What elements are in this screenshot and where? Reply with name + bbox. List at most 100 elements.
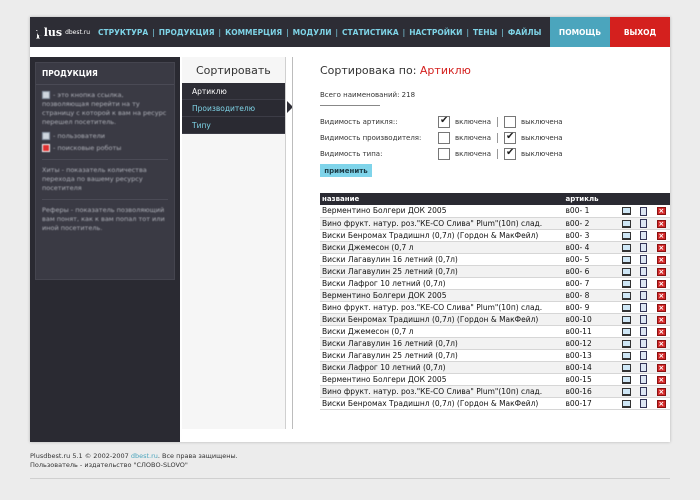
edit-icon[interactable] <box>640 374 648 384</box>
nav-item-statistics[interactable]: СТАТИСТИКА <box>342 28 399 37</box>
view-icon[interactable] <box>622 207 632 216</box>
view-icon[interactable] <box>622 327 632 336</box>
view-icon[interactable] <box>622 363 632 372</box>
view-icon[interactable] <box>622 339 632 348</box>
nav-item-commerce[interactable]: КОММЕРЦИЯ <box>225 28 282 37</box>
view-icon[interactable] <box>622 255 632 264</box>
edit-icon[interactable] <box>640 290 648 300</box>
product-name-cell: Виски Лагавулин 25 летний (0,7л) <box>320 349 564 362</box>
nav-item-settings[interactable]: НАСТРОЙКИ <box>409 28 462 37</box>
article-cell: в00-12 <box>563 337 618 350</box>
delete-icon[interactable]: × <box>656 279 666 288</box>
column-header-name[interactable]: название <box>320 193 564 205</box>
edit-icon[interactable] <box>640 254 648 264</box>
nav-item-products[interactable]: ПРОДУКЦИЯ <box>159 28 215 37</box>
divider <box>42 159 168 160</box>
delete-icon[interactable]: × <box>656 327 666 336</box>
delete-icon[interactable]: × <box>656 363 666 372</box>
product-name-cell: Виски Лафрог 10 летний (0,7л) <box>320 361 564 374</box>
view-icon[interactable] <box>622 279 632 288</box>
nav-item-themes[interactable]: ТЕНЫ <box>473 28 497 37</box>
view-icon[interactable] <box>622 375 632 384</box>
edit-icon[interactable] <box>640 302 648 312</box>
product-name-cell: Верментино Болгери ДОК 2005 <box>320 205 564 218</box>
sort-option-manufacturer[interactable]: Производителю <box>182 100 285 117</box>
view-icon[interactable] <box>622 243 632 252</box>
view-icon[interactable] <box>622 351 632 360</box>
edit-icon[interactable] <box>640 206 648 216</box>
column-header-article[interactable]: артикль <box>563 193 618 205</box>
delete-icon[interactable]: × <box>656 387 666 396</box>
delete-icon[interactable]: × <box>656 219 666 228</box>
delete-icon[interactable]: × <box>656 207 666 216</box>
referer-link-description: - это кнопка ссылка, позволяющая перейти… <box>42 91 167 126</box>
nav-item-modules[interactable]: МОДУЛИ <box>293 28 332 37</box>
view-icon[interactable] <box>622 291 632 300</box>
delete-icon[interactable]: × <box>656 243 666 252</box>
delete-icon[interactable]: × <box>656 375 666 384</box>
logo[interactable]: plus dbest.ru <box>34 23 90 41</box>
view-icon[interactable] <box>622 231 632 240</box>
delete-icon[interactable]: × <box>656 291 666 300</box>
help-button[interactable]: ПОМОЩЬ <box>550 17 610 47</box>
article-visible-off-checkbox[interactable] <box>504 116 517 128</box>
divider <box>320 105 380 106</box>
type-visible-off-checkbox[interactable] <box>504 147 517 160</box>
product-name-cell: Виски Джемесон (0,7 л <box>320 325 564 338</box>
manufacturer-visible-on-checkbox[interactable] <box>438 132 450 144</box>
delete-icon[interactable]: × <box>656 303 666 312</box>
view-icon[interactable] <box>622 387 632 396</box>
article-cell: в00-11 <box>563 325 618 338</box>
exit-button[interactable]: ВЫХОД <box>610 17 670 47</box>
apply-button[interactable]: применить <box>320 164 372 177</box>
product-name-cell: Виски Бенромах Традишнл (0,7л) (Гордон &… <box>320 313 564 326</box>
edit-icon[interactable] <box>640 338 648 348</box>
product-name-cell: Виски Бенромах Традишнл (0,7л) (Гордон &… <box>320 397 564 410</box>
edit-icon[interactable] <box>640 230 648 240</box>
nav-item-files[interactable]: ФАЙЛЫ <box>508 28 542 37</box>
sort-option-type[interactable]: Типу <box>182 117 285 134</box>
article-cell: в00- 4 <box>563 241 618 254</box>
delete-icon[interactable]: × <box>656 351 666 360</box>
manufacturer-visible-off-checkbox[interactable] <box>504 131 517 144</box>
sort-option-article[interactable]: Артиклю <box>182 83 285 100</box>
delete-icon[interactable]: × <box>656 399 666 408</box>
edit-icon[interactable] <box>640 218 648 228</box>
view-icon[interactable] <box>622 399 632 408</box>
article-cell: в00-13 <box>563 349 618 362</box>
divider <box>42 199 168 200</box>
nav-item-structure[interactable]: СТРУКТУРА <box>98 28 148 37</box>
article-cell: в00- 9 <box>563 301 618 314</box>
footer-link[interactable]: dbest.ru <box>131 452 158 460</box>
edit-icon[interactable] <box>640 398 648 408</box>
edit-icon[interactable] <box>640 350 648 360</box>
delete-icon[interactable]: × <box>656 255 666 264</box>
delete-icon[interactable]: × <box>656 231 666 240</box>
view-icon[interactable] <box>622 315 632 324</box>
delete-icon[interactable]: × <box>656 315 666 324</box>
info-box-title: ПРОДУКЦИЯ <box>36 63 174 85</box>
vertical-divider <box>292 57 293 429</box>
table-row: Вино фрукт. натур. роз."КЕ-СО Слива" Plu… <box>320 217 670 230</box>
delete-icon[interactable]: × <box>656 339 666 348</box>
view-icon[interactable] <box>622 267 632 276</box>
type-visible-on-checkbox[interactable] <box>438 148 450 160</box>
edit-icon[interactable] <box>640 278 648 288</box>
edit-icon[interactable] <box>640 266 648 276</box>
main-nav: СТРУКТУРА | ПРОДУКЦИЯ | КОММЕРЦИЯ | МОДУЛИ |… <box>98 27 542 37</box>
edit-icon[interactable] <box>640 386 648 396</box>
edit-icon[interactable] <box>640 314 648 324</box>
edit-icon[interactable] <box>640 326 648 336</box>
article-cell: в00-15 <box>563 373 618 386</box>
view-icon[interactable] <box>622 303 632 312</box>
edit-icon[interactable] <box>640 362 648 372</box>
table-row: Виски Лафрог 10 летний (0,7л) в00- 7 × <box>320 277 670 290</box>
edit-icon[interactable] <box>640 242 648 252</box>
table-row: Виски Лагавулин 16 летний (0,7л) в00-12 × <box>320 337 670 350</box>
view-icon[interactable] <box>622 219 632 228</box>
user-icon <box>42 132 50 140</box>
computer-icon <box>42 91 50 99</box>
delete-icon[interactable]: × <box>656 267 666 276</box>
article-visible-on-checkbox[interactable] <box>438 115 450 128</box>
article-cell: в00- 1 <box>563 205 618 218</box>
